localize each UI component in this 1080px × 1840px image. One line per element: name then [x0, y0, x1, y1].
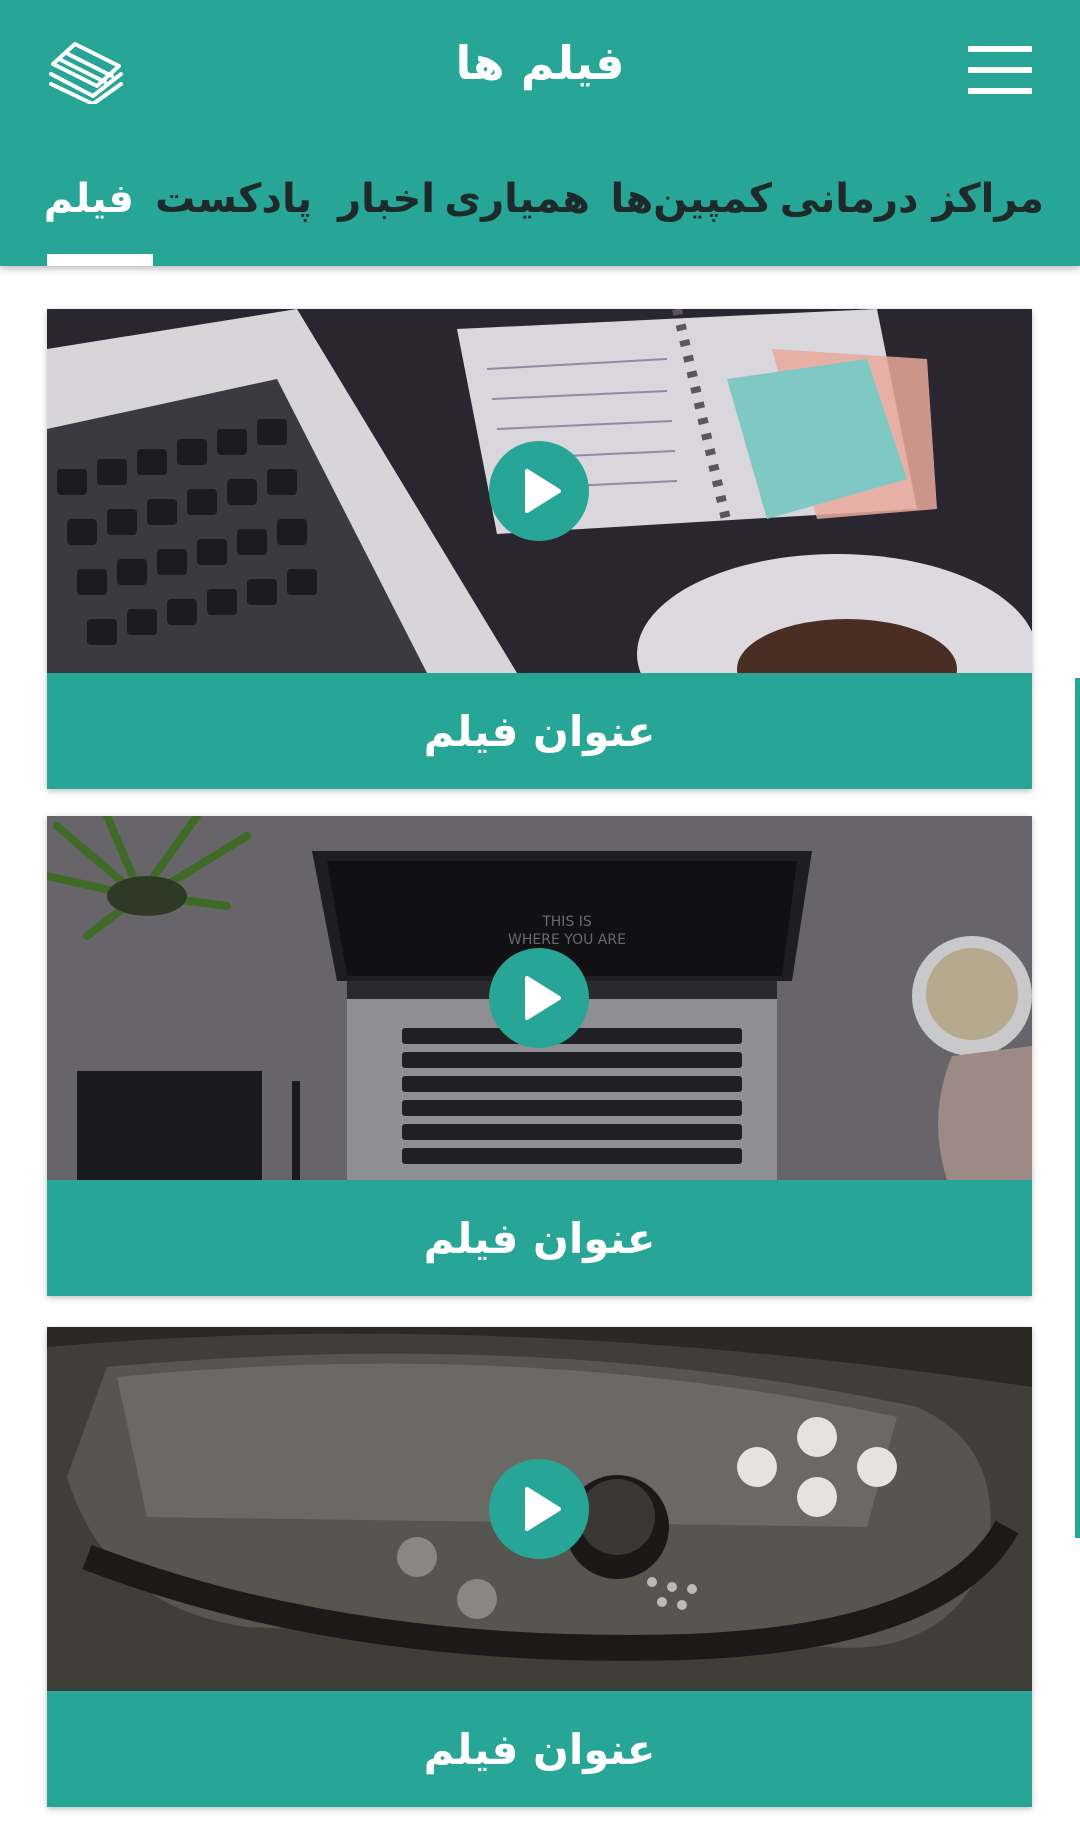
play-icon — [525, 469, 561, 513]
film-title: عنوان فیلم — [47, 1180, 1032, 1296]
tab-news[interactable]: اخبار — [338, 176, 435, 222]
film-card[interactable]: عنوان فیلم — [47, 1327, 1032, 1807]
film-card[interactable]: THIS IS WHERE YOU ARE عنوان فیلم — [47, 816, 1032, 1296]
tab-campaigns[interactable]: کمپین‌ها — [611, 176, 772, 222]
app-header: فیلم ها مراکز درمانی کمپین‌ها همیاری اخب… — [0, 0, 1080, 266]
svg-text:WHERE YOU ARE: WHERE YOU ARE — [508, 932, 626, 948]
film-title: عنوان فیلم — [47, 1691, 1032, 1807]
play-button[interactable] — [489, 441, 589, 541]
film-title: عنوان فیلم — [47, 673, 1032, 789]
hamburger-menu-icon[interactable] — [968, 46, 1032, 94]
tab-film[interactable]: فیلم — [44, 176, 134, 222]
play-icon — [525, 1487, 561, 1531]
film-card[interactable]: عنوان فیلم — [47, 309, 1032, 789]
page-title: فیلم ها — [455, 36, 625, 90]
tab-podcast[interactable]: پادکست — [155, 176, 312, 222]
active-tab-indicator — [47, 254, 153, 266]
scrollbar[interactable] — [1075, 678, 1080, 1538]
play-button[interactable] — [489, 948, 589, 1048]
tab-cooperation[interactable]: همیاری — [444, 176, 590, 222]
tab-medical-centers[interactable]: مراکز درمانی — [780, 176, 1044, 222]
play-icon — [525, 976, 561, 1020]
category-tabs: مراکز درمانی کمپین‌ها همیاری اخبار پادکس… — [0, 160, 1080, 266]
svg-text:THIS IS: THIS IS — [541, 914, 592, 930]
play-button[interactable] — [489, 1459, 589, 1559]
